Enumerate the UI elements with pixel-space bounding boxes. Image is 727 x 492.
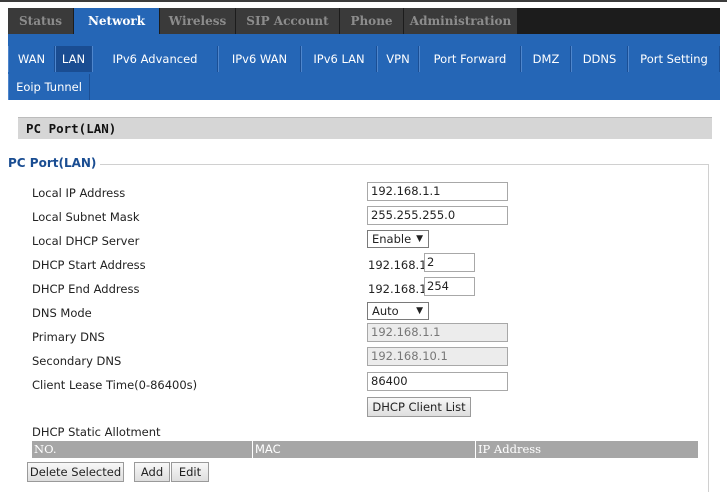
subtab-ipv6-wan[interactable]: IPv6 WAN <box>218 46 301 72</box>
add-button[interactable]: Add <box>134 462 170 482</box>
subtab-eoip-tunnel[interactable]: Eoip Tunnel <box>8 74 90 100</box>
tab-sip-account[interactable]: SIP Account <box>236 8 340 34</box>
dhcp-end-label: DHCP End Address <box>32 282 140 296</box>
main-nav: Status Network Wireless SIP Account Phon… <box>8 8 720 34</box>
lease-time-input[interactable]: 86400 <box>367 372 508 391</box>
secondary-dns-label: Secondary DNS <box>32 354 122 368</box>
static-allotment-label: DHCP Static Allotment <box>32 425 161 439</box>
subtab-lan[interactable]: LAN <box>55 46 92 72</box>
subnet-mask-label: Local Subnet Mask <box>32 210 140 224</box>
fieldset-border <box>8 164 709 165</box>
top-rule <box>0 0 727 2</box>
dhcp-server-label: Local DHCP Server <box>32 234 140 248</box>
tab-network[interactable]: Network <box>74 8 160 34</box>
edit-button[interactable]: Edit <box>171 462 209 482</box>
primary-dns-input[interactable]: 192.168.1.1 <box>367 323 508 342</box>
fieldset-legend: PC Port(LAN) <box>8 156 101 170</box>
static-table-header: NO. MAC IP Address <box>32 441 698 458</box>
dhcp-server-select[interactable]: Enable ▼ <box>367 230 429 248</box>
fieldset-border-right <box>708 164 709 492</box>
sub-nav: WAN LAN IPv6 Advanced IPv6 WAN IPv6 LAN … <box>8 34 720 100</box>
primary-dns-label: Primary DNS <box>32 330 105 344</box>
dhcp-end-prefix: 192.168.1. <box>368 282 431 296</box>
tab-administration[interactable]: Administration <box>404 8 518 34</box>
dns-mode-label: DNS Mode <box>32 306 92 320</box>
local-ip-label: Local IP Address <box>32 186 126 200</box>
subtab-ddns[interactable]: DDNS <box>571 46 628 72</box>
dhcp-start-label: DHCP Start Address <box>32 258 146 272</box>
subtab-port-forward[interactable]: Port Forward <box>419 46 521 72</box>
tab-status[interactable]: Status <box>8 8 74 34</box>
subtab-dmz[interactable]: DMZ <box>521 46 571 72</box>
lease-time-label: Client Lease Time(0-86400s) <box>32 378 198 392</box>
delete-selected-button[interactable]: Delete Selected <box>27 462 124 482</box>
subtab-port-setting[interactable]: Port Setting <box>628 46 720 72</box>
chevron-down-icon: ▼ <box>416 306 423 316</box>
tab-phone[interactable]: Phone <box>340 8 404 34</box>
subnet-mask-input[interactable]: 255.255.255.0 <box>367 206 508 225</box>
col-mac: MAC <box>255 442 281 456</box>
col-ip-address: IP Address <box>478 442 542 456</box>
col-no: NO. <box>34 442 57 456</box>
tab-wireless[interactable]: Wireless <box>160 8 236 34</box>
subtab-vpn[interactable]: VPN <box>377 46 419 72</box>
subtab-ipv6-lan[interactable]: IPv6 LAN <box>301 46 377 72</box>
subtab-wan[interactable]: WAN <box>8 46 55 72</box>
secondary-dns-input[interactable]: 192.168.10.1 <box>367 347 508 366</box>
dhcp-start-prefix: 192.168.1. <box>368 258 431 272</box>
panel-header: PC Port(LAN) <box>18 117 712 139</box>
local-ip-input[interactable]: 192.168.1.1 <box>367 182 508 201</box>
subtab-ipv6-advanced[interactable]: IPv6 Advanced <box>92 46 218 72</box>
dhcp-client-list-button[interactable]: DHCP Client List <box>367 397 471 417</box>
dhcp-start-input[interactable]: 2 <box>424 253 475 272</box>
dns-mode-value: Auto <box>372 304 399 318</box>
dhcp-end-input[interactable]: 254 <box>424 277 475 296</box>
chevron-down-icon: ▼ <box>416 234 423 244</box>
dhcp-server-value: Enable <box>372 232 412 246</box>
dns-mode-select[interactable]: Auto ▼ <box>367 302 429 320</box>
